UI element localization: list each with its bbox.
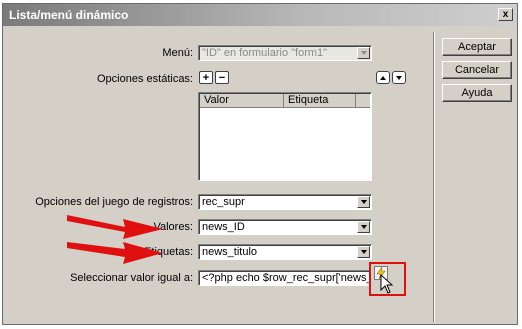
select-equal-value: <?php echo $row_rec_supr['news_titulo: [202, 272, 369, 284]
dynamic-list-dialog: Lista/menú dinámico x Menú: "ID" en form…: [2, 3, 518, 325]
values-select[interactable]: news_ID: [198, 219, 372, 235]
highlight-box: [369, 262, 406, 296]
cancel-button[interactable]: Cancelar: [442, 61, 512, 79]
chevron-down-icon: [360, 250, 367, 254]
column-header-etiqueta[interactable]: Etiqueta: [284, 94, 356, 108]
chevron-down-icon: [360, 225, 367, 229]
move-up-button[interactable]: [376, 71, 390, 84]
menu-dropdown-arrow[interactable]: [357, 47, 370, 59]
static-options-label: Opciones estáticas:: [97, 73, 193, 85]
labels-select[interactable]: news_titulo: [198, 244, 372, 260]
chevron-down-icon: [360, 200, 367, 204]
move-down-button[interactable]: [392, 71, 406, 84]
accept-button[interactable]: Aceptar: [442, 38, 512, 56]
select-equal-label: Seleccionar valor igual a:: [70, 272, 193, 284]
minus-icon: −: [218, 71, 226, 84]
column-header-valor[interactable]: Valor: [200, 94, 284, 108]
red-arrow-icon: [67, 242, 163, 264]
table-header: Valor Etiqueta: [200, 94, 370, 108]
arrow-down-icon: [396, 75, 402, 80]
plus-icon: +: [202, 71, 210, 84]
arrow-up-icon: [380, 75, 386, 80]
select-equal-input[interactable]: <?php echo $row_rec_supr['news_titulo: [198, 270, 370, 286]
dialog-title: Lista/menú dinámico: [9, 8, 129, 22]
vertical-separator: [433, 32, 435, 322]
menu-select[interactable]: "ID" en formulario "form1": [198, 45, 372, 61]
help-button[interactable]: Ayuda: [442, 84, 512, 102]
recordset-select[interactable]: rec_supr: [198, 194, 372, 210]
labels-dropdown-arrow[interactable]: [357, 246, 370, 258]
recordset-select-value: rec_supr: [202, 196, 245, 208]
labels-select-value: news_titulo: [202, 246, 258, 258]
remove-option-button[interactable]: −: [215, 71, 229, 84]
add-option-button[interactable]: +: [199, 71, 213, 84]
close-button[interactable]: x: [498, 8, 513, 21]
menu-select-value: "ID" en formulario "form1": [202, 47, 328, 59]
dialog-titlebar: Lista/menú dinámico x: [3, 4, 517, 26]
recordset-dropdown-arrow[interactable]: [357, 196, 370, 208]
values-select-value: news_ID: [202, 221, 245, 233]
static-options-table[interactable]: Valor Etiqueta: [198, 92, 372, 181]
menu-label: Menú:: [162, 47, 193, 59]
column-header-filler: [356, 94, 370, 108]
values-dropdown-arrow[interactable]: [357, 221, 370, 233]
chevron-down-icon: [360, 51, 367, 55]
